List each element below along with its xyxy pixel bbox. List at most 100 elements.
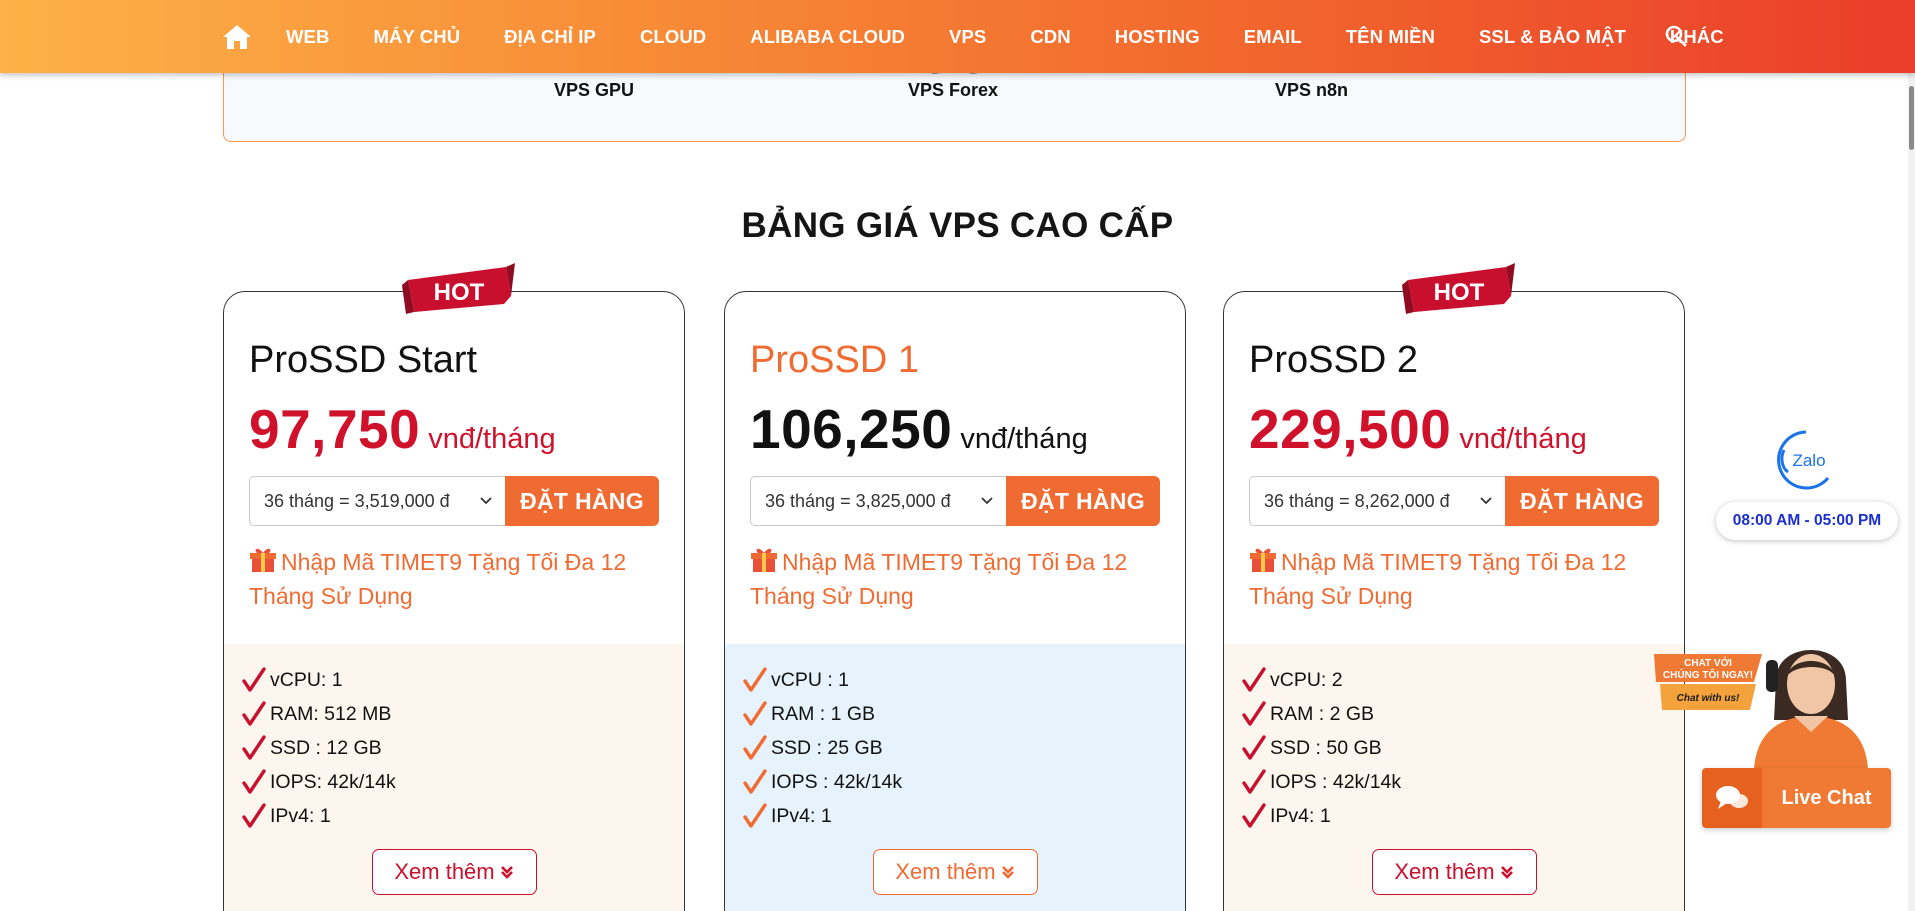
promo-label: Nhập Mã TIMET9 Tặng Tối Đa 12 Tháng Sử D… bbox=[1249, 549, 1627, 609]
promo-text: Nhập Mã TIMET9 Tặng Tối Đa 12 Tháng Sử D… bbox=[750, 545, 1170, 613]
check-icon bbox=[1242, 735, 1266, 760]
nav-item-dia-chi-ip[interactable]: ĐỊA CHỈ IP bbox=[504, 26, 596, 48]
live-chat-button[interactable]: Live Chat bbox=[1702, 768, 1891, 828]
spec-text: IOPS : 42k/14k bbox=[1270, 770, 1402, 793]
nav-items: WEB MÁY CHỦ ĐỊA CHỈ IP CLOUD ALIBABA CLO… bbox=[222, 0, 1768, 73]
chevron-down-icon bbox=[1480, 497, 1492, 505]
billing-cycle-value: 36 tháng = 3,825,000 đ bbox=[765, 490, 951, 511]
plan-name: ProSSD Start bbox=[249, 339, 478, 381]
hot-badge-label: HOT bbox=[434, 279, 485, 306]
billing-cycle-select[interactable]: 36 tháng = 8,262,000 đ bbox=[1249, 476, 1505, 526]
live-chat-label: Live Chat bbox=[1762, 768, 1891, 828]
scrollbar-track[interactable] bbox=[1908, 73, 1915, 911]
check-icon bbox=[743, 803, 767, 828]
spec-text: IOPS: 42k/14k bbox=[270, 770, 396, 793]
check-icon bbox=[1242, 769, 1266, 794]
price-unit: vnđ/tháng bbox=[960, 423, 1088, 455]
home-icon[interactable] bbox=[222, 24, 252, 50]
nav-item-vps[interactable]: VPS bbox=[949, 26, 986, 48]
check-icon bbox=[743, 667, 767, 692]
hot-badge-label: HOT bbox=[1434, 279, 1485, 306]
check-icon bbox=[1242, 667, 1266, 692]
vps-n8n-link[interactable]: VPS n8n bbox=[1275, 80, 1348, 101]
order-button[interactable]: ĐẶT HÀNG bbox=[1006, 476, 1160, 526]
double-chevron-down-icon bbox=[1001, 866, 1014, 879]
spec-item: SSD : 25 GB bbox=[743, 731, 902, 765]
spec-text: vCPU: 1 bbox=[270, 668, 343, 691]
spec-list: vCPU : 1 RAM : 1 GB SSD : 25 GB IOPS : 4… bbox=[743, 663, 902, 833]
search-icon[interactable] bbox=[1664, 24, 1688, 48]
top-navigation-bar: WEB MÁY CHỦ ĐỊA CHỈ IP CLOUD ALIBABA CLO… bbox=[0, 0, 1915, 73]
spec-text: IOPS : 42k/14k bbox=[771, 770, 903, 793]
nav-item-web[interactable]: WEB bbox=[286, 26, 329, 48]
spec-text: RAM : 2 GB bbox=[1270, 702, 1375, 725]
billing-cycle-value: 36 tháng = 8,262,000 đ bbox=[1264, 490, 1450, 511]
billing-cycle-value: 36 tháng = 3,519,000 đ bbox=[264, 490, 450, 511]
plan-name: ProSSD 2 bbox=[1249, 339, 1418, 381]
promo-text: Nhập Mã TIMET9 Tặng Tối Đa 12 Tháng Sử D… bbox=[1249, 545, 1669, 613]
plan-price: 97,750 vnđ/tháng bbox=[249, 397, 556, 461]
spec-item: SSD : 50 GB bbox=[1242, 731, 1401, 765]
nav-item-ten-mien[interactable]: TÊN MIỀN bbox=[1346, 26, 1435, 48]
vps-gpu-link[interactable]: VPS GPU bbox=[554, 80, 634, 101]
chevron-down-icon bbox=[981, 497, 993, 505]
spec-item: IPv4: 1 bbox=[242, 799, 396, 833]
pricing-card-prossd-1: ProSSD 1 106,250 vnđ/tháng 36 tháng = 3,… bbox=[724, 291, 1186, 911]
nav-item-may-chu[interactable]: MÁY CHỦ bbox=[373, 26, 460, 48]
chat-bubble-line3: Chat with us! bbox=[1677, 693, 1740, 704]
double-chevron-down-icon bbox=[1500, 866, 1513, 879]
nav-item-ssl-bao-mat[interactable]: SSL & BẢO MẬT bbox=[1479, 26, 1626, 48]
price-unit: vnđ/tháng bbox=[428, 423, 556, 455]
spec-text: IPv4: 1 bbox=[771, 804, 832, 827]
billing-cycle-select[interactable]: 36 tháng = 3,519,000 đ bbox=[249, 476, 505, 526]
nav-item-email[interactable]: EMAIL bbox=[1244, 26, 1302, 48]
spec-list: vCPU: 1 RAM: 512 MB SSD : 12 GB IOPS: 42… bbox=[242, 663, 396, 833]
nav-item-cloud[interactable]: CLOUD bbox=[640, 26, 706, 48]
price-value: 229,500 bbox=[1249, 398, 1452, 460]
check-icon bbox=[242, 803, 266, 828]
spec-text: vCPU: 2 bbox=[1270, 668, 1343, 691]
spec-item: vCPU: 1 bbox=[242, 663, 396, 697]
price-unit: vnđ/tháng bbox=[1459, 423, 1587, 455]
zalo-label: Zalo bbox=[1792, 451, 1825, 470]
order-row: 36 tháng = 3,825,000 đ ĐẶT HÀNG bbox=[750, 476, 1160, 526]
nav-item-cdn[interactable]: CDN bbox=[1030, 26, 1070, 48]
spec-text: IPv4: 1 bbox=[1270, 804, 1331, 827]
see-more-button[interactable]: Xem thêm bbox=[372, 849, 537, 895]
support-agent-avatar bbox=[1754, 650, 1868, 770]
spec-item: IPv4: 1 bbox=[1242, 799, 1401, 833]
see-more-label: Xem thêm bbox=[895, 859, 996, 884]
order-button[interactable]: ĐẶT HÀNG bbox=[1505, 476, 1659, 526]
double-chevron-down-icon bbox=[500, 866, 513, 879]
spec-item: RAM : 2 GB bbox=[1242, 697, 1401, 731]
billing-cycle-select[interactable]: 36 tháng = 3,825,000 đ bbox=[750, 476, 1006, 526]
check-icon bbox=[1242, 803, 1266, 828]
see-more-button[interactable]: Xem thêm bbox=[873, 849, 1038, 895]
spec-item: IOPS : 42k/14k bbox=[1242, 765, 1401, 799]
nav-item-hosting[interactable]: HOSTING bbox=[1115, 26, 1200, 48]
plan-price: 106,250 vnđ/tháng bbox=[750, 397, 1088, 461]
see-more-button[interactable]: Xem thêm bbox=[1372, 849, 1537, 895]
spec-item: vCPU : 1 bbox=[743, 663, 902, 697]
promo-text: Nhập Mã TIMET9 Tặng Tối Đa 12 Tháng Sử D… bbox=[249, 545, 669, 613]
promo-label: Nhập Mã TIMET9 Tặng Tối Đa 12 Tháng Sử D… bbox=[249, 549, 627, 609]
chat-bubble-line1: CHAT VỚI bbox=[1684, 656, 1732, 669]
spec-text: RAM : 1 GB bbox=[771, 702, 876, 725]
spec-item: RAM: 512 MB bbox=[242, 697, 396, 731]
gift-icon bbox=[751, 548, 777, 572]
working-hours-badge: 08:00 AM - 05:00 PM bbox=[1716, 502, 1898, 540]
vps-forex-link[interactable]: VPS Forex bbox=[908, 80, 998, 101]
hot-badge: HOT bbox=[402, 263, 515, 314]
scrollbar-thumb[interactable] bbox=[1909, 86, 1914, 150]
spec-item: RAM : 1 GB bbox=[743, 697, 902, 731]
nav-item-alibaba-cloud[interactable]: ALIBABA CLOUD bbox=[750, 26, 905, 48]
spec-item: IPv4: 1 bbox=[743, 799, 902, 833]
spec-text: SSD : 12 GB bbox=[270, 736, 382, 759]
chevron-down-icon bbox=[480, 497, 492, 505]
check-icon bbox=[242, 701, 266, 726]
gift-icon bbox=[250, 548, 276, 572]
zalo-icon[interactable]: Zalo bbox=[1774, 428, 1838, 492]
price-value: 97,750 bbox=[249, 398, 421, 460]
order-button[interactable]: ĐẶT HÀNG bbox=[505, 476, 659, 526]
order-row: 36 tháng = 3,519,000 đ ĐẶT HÀNG bbox=[249, 476, 659, 526]
